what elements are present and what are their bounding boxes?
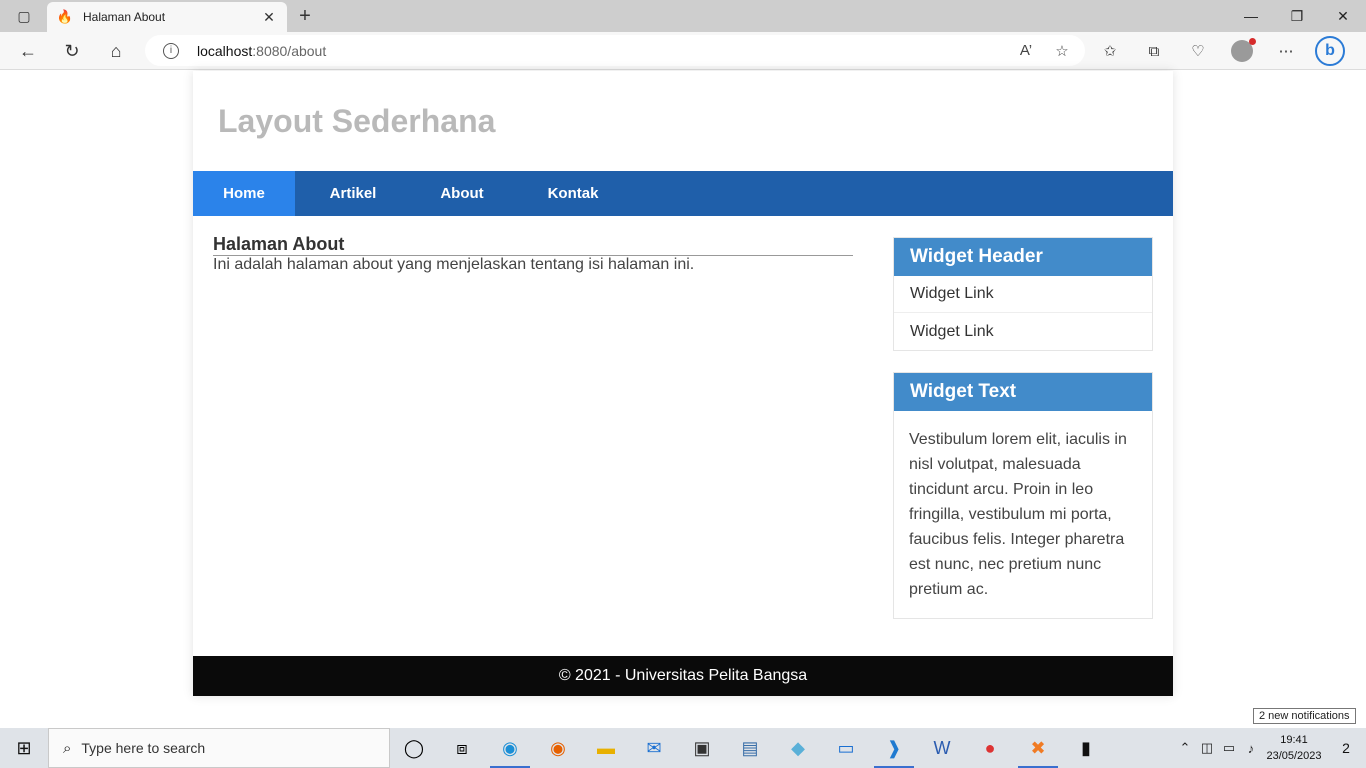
app-icon[interactable]: ◆	[774, 728, 822, 768]
notification-center-button[interactable]: 2	[1326, 728, 1366, 768]
chevron-up-icon[interactable]: ⌃	[1174, 740, 1196, 756]
avatar	[1231, 38, 1256, 62]
minimize-button[interactable]: —	[1228, 0, 1274, 32]
widget-text: Widget Text Vestibulum lorem elit, iacul…	[893, 372, 1153, 619]
nav-kontak[interactable]: Kontak	[513, 171, 633, 216]
page-container: Layout Sederhana Home Artikel About Kont…	[193, 71, 1173, 696]
nav-artikel[interactable]: Artikel	[295, 171, 411, 216]
search-icon: ⌕	[63, 739, 72, 757]
cortana-icon[interactable]: ◯	[390, 728, 438, 768]
favorites-icon[interactable]: ✩	[1095, 36, 1125, 66]
clock[interactable]: 19:41 23/05/2023	[1262, 732, 1326, 764]
widget-link[interactable]: Widget Link	[894, 276, 1152, 313]
close-window-button[interactable]: ✕	[1320, 0, 1366, 32]
widget-header-title: Widget Header	[894, 238, 1152, 276]
url-path: :8080/about	[252, 42, 327, 59]
back-button[interactable]: ←	[13, 36, 43, 66]
address-bar[interactable]: i localhost :8080/about A’ ☆	[145, 35, 1085, 66]
page-heading: Halaman About	[213, 234, 853, 256]
page-viewport: Layout Sederhana Home Artikel About Kont…	[0, 71, 1366, 728]
window-app-icon[interactable]: ▭	[822, 728, 870, 768]
close-tab-icon[interactable]: ✕	[261, 9, 277, 26]
extensions-icon[interactable]: ♡	[1183, 36, 1213, 66]
flame-favicon-icon: 🔥	[56, 9, 74, 24]
url-host: localhost	[197, 42, 253, 59]
system-tray: ⌃ ◫ ▭ ♪ 19:41 23/05/2023 2	[1174, 728, 1366, 768]
windows-taskbar: ⊞ ⌕ Type here to search ◯ ⧈ ◉ ◉ ▬ ✉ ▣ ▤ …	[0, 728, 1366, 768]
main-navbar: Home Artikel About Kontak	[193, 171, 1173, 216]
firefox-icon[interactable]: ◉	[534, 728, 582, 768]
widget-text-body: Vestibulum lorem elit, iaculis in nisl v…	[909, 431, 1127, 598]
file-explorer-icon[interactable]: ▬	[582, 728, 630, 768]
tab-title: Halaman About	[83, 10, 166, 24]
more-options-icon[interactable]: ⋯	[1271, 36, 1301, 66]
site-info-icon[interactable]: i	[163, 42, 179, 59]
windows-start-icon[interactable]: ⊞	[0, 728, 48, 768]
nav-home[interactable]: Home	[193, 171, 295, 216]
window-controls: — ❐ ✕	[1228, 0, 1366, 32]
xampp-icon[interactable]: ✖	[1014, 728, 1062, 768]
read-aloud-icon[interactable]: A’	[1015, 42, 1037, 59]
clock-date: 23/05/2023	[1266, 750, 1322, 762]
task-view-icon[interactable]: ⧈	[438, 728, 486, 768]
browser-tab-bar: ▢ 🔥 Halaman About ✕ + — ❐ ✕	[0, 0, 1366, 32]
bing-button[interactable]: b	[1315, 36, 1345, 66]
notification-tooltip: 2 new notifications	[1253, 708, 1356, 724]
page-text: Ini adalah halaman about yang menjelaska…	[213, 256, 695, 273]
meet-now-icon[interactable]: ◫	[1196, 740, 1218, 756]
refresh-button[interactable]: ↻	[57, 36, 87, 66]
search-placeholder: Type here to search	[81, 740, 206, 756]
terminal-icon[interactable]: ▮	[1062, 728, 1110, 768]
python-icon[interactable]: ▤	[726, 728, 774, 768]
notification-count: 2	[1342, 740, 1350, 756]
vscode-icon[interactable]: ❱	[870, 728, 918, 768]
taskbar-search[interactable]: ⌕ Type here to search	[48, 728, 390, 768]
edge-icon[interactable]: ◉	[486, 728, 534, 768]
new-tab-button[interactable]: +	[294, 5, 316, 27]
tab-actions-icon[interactable]: ▢	[8, 6, 40, 26]
browser-toolbar: ← ↻ ⌂ i localhost :8080/about A’ ☆ ✩ ⧉ ♡…	[0, 32, 1366, 70]
collections-icon[interactable]: ⧉	[1139, 36, 1169, 66]
bing-icon: b	[1315, 36, 1345, 66]
word-icon[interactable]: W	[918, 728, 966, 768]
site-title: Layout Sederhana	[218, 103, 496, 139]
widget-text-title: Widget Text	[894, 373, 1152, 411]
page-footer: © 2021 - Universitas Pelita Bangsa	[193, 656, 1173, 696]
nav-about[interactable]: About	[411, 171, 513, 216]
restore-button[interactable]: ❐	[1274, 0, 1320, 32]
home-button[interactable]: ⌂	[101, 36, 131, 66]
browser-tab[interactable]: 🔥 Halaman About ✕	[47, 2, 287, 32]
profile-button[interactable]	[1227, 36, 1257, 66]
widget-link[interactable]: Widget Link	[894, 313, 1152, 350]
add-favorite-icon[interactable]: ☆	[1051, 42, 1073, 60]
store-icon[interactable]: ▣	[678, 728, 726, 768]
chrome-icon[interactable]: ●	[966, 728, 1014, 768]
volume-icon[interactable]: ♪	[1240, 741, 1262, 756]
mail-icon[interactable]: ✉	[630, 728, 678, 768]
widget-links: Widget Header Widget Link Widget Link	[893, 237, 1153, 351]
battery-icon[interactable]: ▭	[1218, 740, 1240, 756]
clock-time: 19:41	[1280, 734, 1308, 746]
